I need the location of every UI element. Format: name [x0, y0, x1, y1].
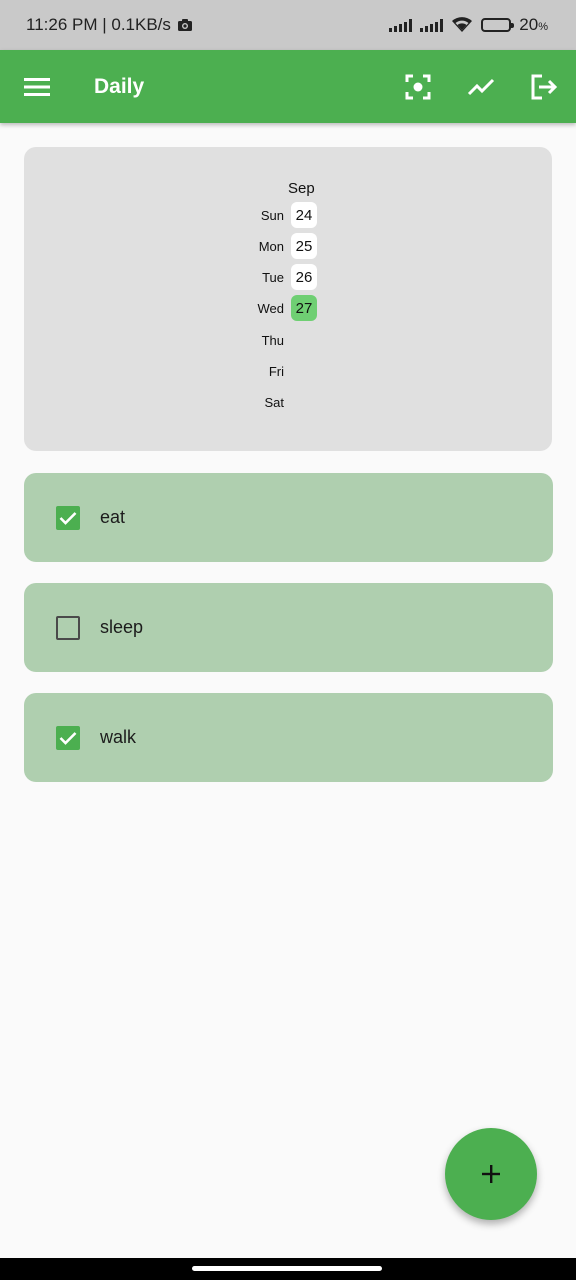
calendar-card: Sep Sun 24 Mon 25 Tue 26 Wed 27 Thu Fri … — [24, 147, 552, 451]
battery-icon — [481, 18, 515, 32]
add-habit-button[interactable] — [445, 1128, 537, 1220]
check-icon — [59, 511, 77, 525]
calendar-row-mon: Mon 25 — [24, 233, 552, 261]
calendar-row-thu: Thu — [24, 327, 552, 355]
habit-card-walk[interactable]: walk — [24, 693, 553, 782]
focus-icon — [405, 74, 430, 99]
calendar-row-tue: Tue 26 — [24, 264, 552, 292]
calendar-day-label: Fri — [268, 364, 284, 379]
camera-icon — [177, 19, 192, 31]
status-right: 20% — [389, 15, 548, 35]
trending-up-icon — [467, 78, 494, 95]
signal-icon — [389, 18, 413, 32]
home-gesture-pill[interactable] — [192, 1266, 382, 1271]
habit-label: sleep — [100, 617, 144, 637]
calendar-row-sat: Sat — [24, 389, 552, 417]
focus-button[interactable] — [386, 50, 449, 123]
calendar-date-24[interactable]: 24 — [291, 202, 317, 228]
calendar-day-label: Wed — [257, 301, 285, 316]
logout-icon — [531, 74, 558, 99]
calendar-day-label: Sat — [264, 395, 284, 410]
habit-label: eat — [100, 507, 126, 527]
status-left: 11:26 PM | 0.1KB/s — [26, 15, 193, 35]
habit-checkbox-checked[interactable] — [56, 725, 80, 750]
status-time: 11:26 PM | 0.1KB/s — [26, 15, 171, 34]
habit-card-sleep[interactable]: sleep — [24, 583, 553, 672]
navigation-bar — [0, 1258, 576, 1280]
calendar-row-wed: Wed 27 — [24, 295, 552, 323]
calendar-date-25[interactable]: 25 — [291, 233, 317, 259]
habit-checkbox-unchecked[interactable] — [56, 615, 80, 640]
menu-button[interactable] — [0, 50, 74, 123]
signal-icon-2 — [420, 18, 444, 32]
app-bar: Daily — [0, 50, 576, 123]
calendar-row-sun: Sun 24 — [24, 202, 552, 230]
stats-button[interactable] — [449, 50, 512, 123]
check-icon — [59, 731, 77, 745]
app-title: Daily — [94, 74, 145, 98]
habit-card-eat[interactable]: eat — [24, 473, 553, 562]
calendar-day-label: Thu — [261, 333, 284, 348]
habit-checkbox-checked[interactable] — [56, 505, 80, 530]
menu-icon — [24, 77, 50, 96]
app-actions — [386, 50, 576, 123]
calendar-date-27-selected[interactable]: 27 — [291, 295, 317, 321]
calendar-row-fri: Fri — [24, 358, 552, 386]
calendar-month: Sep — [288, 180, 315, 197]
calendar-day-label: Mon — [258, 239, 284, 254]
status-bar: 11:26 PM | 0.1KB/s 20% — [0, 0, 576, 50]
calendar-day-label: Tue — [262, 270, 284, 285]
wifi-icon — [452, 17, 473, 32]
plus-icon — [482, 1165, 500, 1183]
habit-label: walk — [100, 727, 137, 747]
battery-percent: 20% — [519, 15, 548, 34]
calendar-day-label: Sun — [260, 208, 284, 223]
logout-button[interactable] — [512, 50, 576, 123]
calendar-date-26[interactable]: 26 — [291, 264, 317, 290]
